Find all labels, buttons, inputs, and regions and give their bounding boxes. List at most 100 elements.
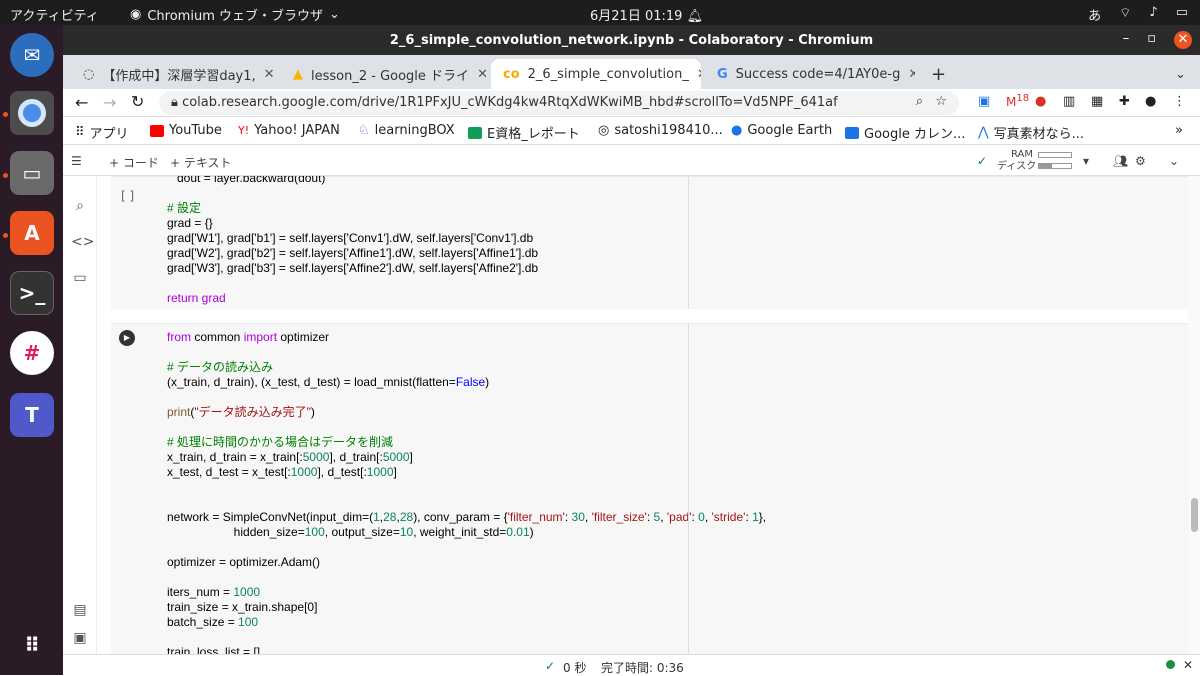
close-tab-icon[interactable]: ✕ xyxy=(477,67,486,82)
command-palette-icon[interactable]: ▤ xyxy=(71,602,89,620)
scrollbar[interactable] xyxy=(1188,176,1200,654)
menu-icon[interactable]: ⋮ xyxy=(1173,94,1186,109)
ram-label: RAM xyxy=(1011,149,1034,160)
omnibox[interactable]: 🔒︎ colab.research.google.com/drive/1R1PF… xyxy=(159,91,959,115)
cell-divider xyxy=(688,177,689,309)
input-method-indicator[interactable]: あ xyxy=(1088,5,1101,24)
scrollbar-thumb[interactable] xyxy=(1191,498,1198,532)
bookmark-label: learningBOX xyxy=(374,123,455,138)
resource-monitor[interactable]: RAM ディスク xyxy=(997,149,1036,173)
slack-icon[interactable]: # xyxy=(10,331,54,375)
activities-button[interactable]: アクティビティ xyxy=(10,5,99,24)
puzzle-icon[interactable]: ✚ xyxy=(1119,94,1130,109)
tab-strip: ◌ 【作成中】深層学習day1, ✕ ▲ lesson_2 - Google ド… xyxy=(63,55,1200,89)
back-icon[interactable]: ← xyxy=(75,93,88,112)
bookmark-photo[interactable]: ⋀ 写真素材なら... xyxy=(978,123,1084,142)
app-menu[interactable]: ◉ Chromium ウェブ・ブラウザ ⌄ xyxy=(130,5,340,24)
tab-search-icon[interactable]: ⌄ xyxy=(1163,59,1193,89)
extension-icon[interactable]: ▦ xyxy=(1091,94,1103,109)
tab-1[interactable]: ◌ 【作成中】深層学習day1, ✕ xyxy=(71,59,276,89)
close-tab-icon[interactable]: ✕ xyxy=(264,67,275,82)
record-icon[interactable]: ● xyxy=(1035,94,1046,109)
disk-label: ディスク xyxy=(997,161,1037,172)
code-line: x_test, d_test = x_test[:1000], d_test[:… xyxy=(167,465,397,479)
reload-icon[interactable]: ↻ xyxy=(131,92,144,111)
code-line: iters_num = 1000 xyxy=(167,585,261,599)
more-bookmarks-icon[interactable]: » xyxy=(1175,123,1183,138)
zoom-search-icon[interactable]: ⌕ xyxy=(916,94,923,109)
close-icon[interactable]: ✕ xyxy=(1174,31,1192,49)
bookmark-google-calendar[interactable]: Google カレン... xyxy=(845,123,965,142)
toolbar: ← → ↻ 🔒︎ colab.research.google.com/drive… xyxy=(63,89,1200,117)
maximize-icon[interactable]: ▫ xyxy=(1147,31,1156,49)
close-tab-icon[interactable]: ✕ xyxy=(908,67,915,82)
dock: ✉ ▭ A >_ # T ⠿ xyxy=(0,25,63,675)
connection-status-dot xyxy=(1166,660,1175,669)
add-text-button[interactable]: + テキスト xyxy=(170,154,232,171)
notebook[interactable]: [ ] dout = layer.backward(dout) # 設定 gra… xyxy=(97,176,1188,654)
code-comment: # 設定 xyxy=(167,201,202,215)
colab-toolbar: ☰ + コード + テキスト ✓ RAM ディスク ▾ 👥︎ ⚙ ⌄ xyxy=(63,146,1200,176)
search-icon[interactable]: ⌕ xyxy=(71,198,89,216)
code-snippets-icon[interactable]: <> xyxy=(71,234,94,252)
runtime-dropdown-icon[interactable]: ▾ xyxy=(1083,154,1089,168)
chromium-dock-icon[interactable] xyxy=(10,91,54,135)
bookmark-star-icon[interactable]: ☆ xyxy=(935,94,947,109)
bookmark-yahoo[interactable]: Y! Yahoo! JAPAN xyxy=(238,123,340,138)
bookmark-label: Google カレン... xyxy=(864,127,966,142)
profile-icon[interactable]: ● xyxy=(1145,94,1156,109)
tab-4[interactable]: G Success code=4/1AY0e-g ✕ xyxy=(705,59,915,89)
code-line: grad['W2'], grad['b2'] = self.layers['Af… xyxy=(167,246,539,260)
bookmark-youtube[interactable]: YouTube xyxy=(150,123,222,138)
close-status-icon[interactable]: ✕ xyxy=(1183,658,1193,672)
google-drive-icon: ▲ xyxy=(293,66,303,82)
cell-run-bracket[interactable]: [ ] xyxy=(121,189,134,203)
bookmark-label: 写真素材なら... xyxy=(993,127,1085,142)
run-cell-icon[interactable]: ▶ xyxy=(119,330,135,346)
software-center-icon[interactable]: A xyxy=(10,211,54,255)
code-line: return grad xyxy=(167,291,226,305)
extension-icon[interactable]: ▥ xyxy=(1063,94,1075,109)
system-tray[interactable]: あ ⌔ ♪ ▭ xyxy=(1088,5,1188,24)
code-cell-1[interactable]: [ ] dout = layer.backward(dout) # 設定 gra… xyxy=(111,176,1188,309)
files-folder-icon[interactable]: ▭ xyxy=(71,270,89,288)
extension-icon[interactable]: ▣ xyxy=(978,94,990,109)
wifi-icon: ⌔ xyxy=(1119,6,1132,21)
terminal-icon[interactable]: ▣ xyxy=(71,630,89,648)
settings-gear-icon[interactable]: ⚙ xyxy=(1135,154,1146,168)
tab-3-active[interactable]: co 2_6_simple_convolution_ ✕ xyxy=(491,59,701,89)
apps-grid-icon: ⠿ xyxy=(75,125,85,140)
disk-meter xyxy=(1038,163,1072,169)
thunderbird-icon[interactable]: ✉ xyxy=(10,33,54,77)
bookmark-google-earth[interactable]: ● Google Earth xyxy=(731,123,832,138)
bookmark-apps[interactable]: ⠿ アプリ xyxy=(75,123,129,142)
forward-icon[interactable]: → xyxy=(103,93,116,112)
minimize-icon[interactable]: – xyxy=(1123,31,1130,49)
bookmark-satoshi[interactable]: ◎ satoshi198410... xyxy=(598,123,723,138)
bookmark-learningbox[interactable]: ♘ learningBOX xyxy=(358,123,455,138)
code-line: print("データ読み込み完了") xyxy=(167,405,315,419)
bookmark-label: YouTube xyxy=(169,123,222,138)
terminal-icon[interactable]: >_ xyxy=(10,271,54,315)
show-apps-icon[interactable]: ⠿ xyxy=(10,623,54,667)
lock-icon: 🔒︎ xyxy=(171,95,178,110)
tab-label: Success code=4/1AY0e-g xyxy=(735,66,901,82)
code-comment: # 処理に時間のかかる場合はデータを削減 xyxy=(167,435,394,449)
google-icon: G xyxy=(717,66,728,82)
code-cell-2[interactable]: ▶ from common import optimizer # データの読み込… xyxy=(111,323,1188,654)
cell-divider xyxy=(688,324,689,654)
new-tab-button[interactable]: + xyxy=(919,59,949,89)
gmail-icon[interactable]: M18 xyxy=(1006,93,1029,109)
toc-icon[interactable]: ☰ xyxy=(71,154,82,168)
tab-2[interactable]: ▲ lesson_2 - Google ドライ ✕ xyxy=(281,59,486,89)
url-text: colab.research.google.com/drive/1R1PFxJU… xyxy=(182,95,838,110)
add-code-button[interactable]: + コード xyxy=(109,154,159,171)
close-tab-icon[interactable]: ✕ xyxy=(697,67,701,82)
sheets-icon xyxy=(468,126,482,139)
clock[interactable]: 6月21日 01:19 🔔︎ xyxy=(590,5,703,24)
teams-icon[interactable]: T xyxy=(10,393,54,437)
share-people-icon[interactable]: 👥︎ xyxy=(1113,154,1128,168)
bookmark-e-report[interactable]: E資格_レポート xyxy=(468,123,580,142)
collapse-chevron-icon[interactable]: ⌄ xyxy=(1169,154,1179,168)
files-icon[interactable]: ▭ xyxy=(10,151,54,195)
